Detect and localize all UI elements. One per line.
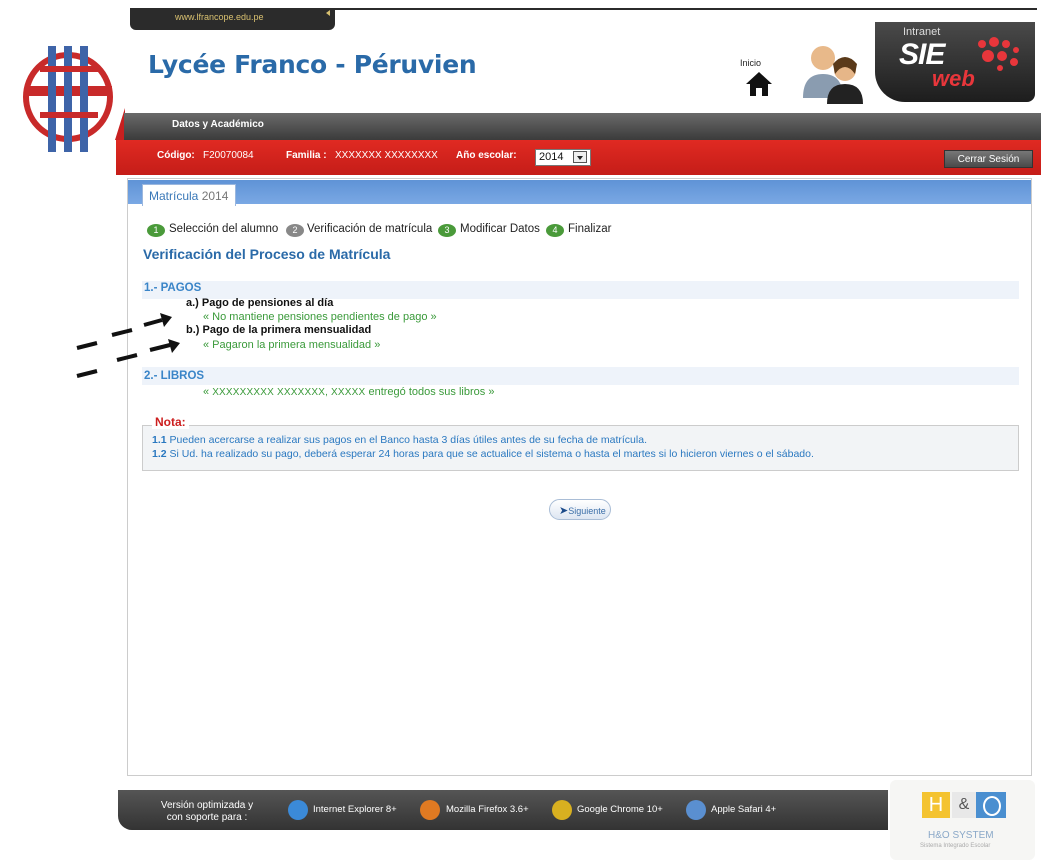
safari-icon	[686, 800, 706, 820]
libros-section-bar	[142, 367, 1019, 385]
vendor-name: H&O SYSTEM	[928, 830, 994, 841]
step-4-badge: 4	[546, 224, 564, 237]
url-text: www.lfrancope.edu.pe	[175, 12, 264, 22]
ie-icon	[288, 800, 308, 820]
footer-support-text: Versión optimizada y con soporte para :	[160, 800, 254, 823]
tab-label: Matrícula	[149, 189, 199, 203]
pago-pensiones-label: a.) Pago de pensiones al día	[186, 297, 334, 309]
next-button-label: Siguiente	[568, 506, 606, 516]
vendor-amp: &	[952, 792, 976, 818]
school-name: Lycée Franco - Péruvien	[148, 50, 477, 79]
step-1-badge: 1	[147, 224, 165, 237]
pagos-title: 1.- PAGOS	[144, 282, 202, 294]
home-icon[interactable]	[744, 70, 774, 98]
chevron-right-icon: ➤	[559, 505, 569, 517]
libros-student-names: XXXXXXXXX XXXXXXX, XXXXX	[212, 387, 366, 398]
browser-ie-label: Internet Explorer 8+	[313, 804, 397, 815]
firefox-icon	[420, 800, 440, 820]
tab-year: 2014	[201, 189, 229, 203]
libros-open-quote: «	[203, 386, 210, 398]
chevron-down-icon[interactable]	[573, 151, 587, 163]
note-line-2: 1.2 Si Ud. ha realizado su pago, deberá …	[152, 448, 814, 460]
year-label: Año escolar:	[456, 150, 517, 161]
step-3-badge: 3	[438, 224, 456, 237]
browser-chrome-label: Google Chrome 10+	[577, 804, 663, 815]
step-2-badge: 2	[286, 224, 304, 237]
dots-icon	[978, 37, 1019, 71]
pago-pensiones-status: « No mantiene pensiones pendientes de pa…	[203, 311, 437, 323]
step-4-label: Finalizar	[568, 223, 612, 235]
users-icon[interactable]	[795, 40, 870, 104]
note-title: Nota:	[152, 415, 189, 429]
family-label: Familia :	[286, 150, 327, 161]
home-label[interactable]: Inicio	[740, 58, 761, 68]
code-label: Código:	[157, 150, 195, 161]
tab-strip	[128, 180, 1031, 204]
step-1-label: Selección del alumno	[169, 223, 279, 235]
note-line-1: 1.1 Pueden acercarse a realizar sus pago…	[152, 434, 647, 446]
vendor-o-icon	[976, 792, 1006, 818]
page-title: Verificación del Proceso de Matrícula	[143, 246, 391, 262]
tab-matricula[interactable]: Matrícula 2014	[142, 184, 236, 206]
libros-status: « XXXXXXXXX XXXXXXX, XXXXX entregó todos…	[203, 386, 494, 398]
step-3-label: Modificar Datos	[460, 223, 540, 235]
pago-mensualidad-label: b.) Pago de la primera mensualidad	[186, 324, 372, 336]
next-button[interactable]: ➤Siguiente	[549, 499, 611, 520]
url-tab: www.lfrancope.edu.pe	[130, 8, 335, 30]
main-panel	[127, 178, 1032, 776]
chrome-icon	[552, 800, 572, 820]
sie-intranet-label: Intranet	[903, 26, 941, 38]
libros-status-text: entregó todos sus libros »	[368, 386, 495, 398]
family-value: XXXXXXX XXXXXXXX	[335, 150, 438, 161]
school-logo-icon	[23, 46, 113, 152]
annotation-arrows	[76, 313, 180, 378]
pago-mensualidad-status: « Pagaron la primera mensualidad »	[203, 339, 381, 351]
year-select-value: 2014	[539, 151, 564, 163]
sie-web-label: web	[932, 66, 975, 91]
browser-safari-label: Apple Safari 4+	[711, 804, 777, 815]
vendor-subtitle: Sistema Integrado Escolar	[920, 843, 991, 849]
logout-button[interactable]: Cerrar Sesión	[944, 150, 1033, 168]
code-value: F20070084	[203, 150, 254, 161]
step-2-label: Verificación de matrícula	[307, 223, 433, 235]
arrow-left-icon	[326, 10, 330, 16]
nav-section-label[interactable]: Datos y Académico	[172, 119, 264, 130]
browser-firefox-label: Mozilla Firefox 3.6+	[446, 804, 529, 815]
vendor-h: H	[922, 792, 950, 818]
